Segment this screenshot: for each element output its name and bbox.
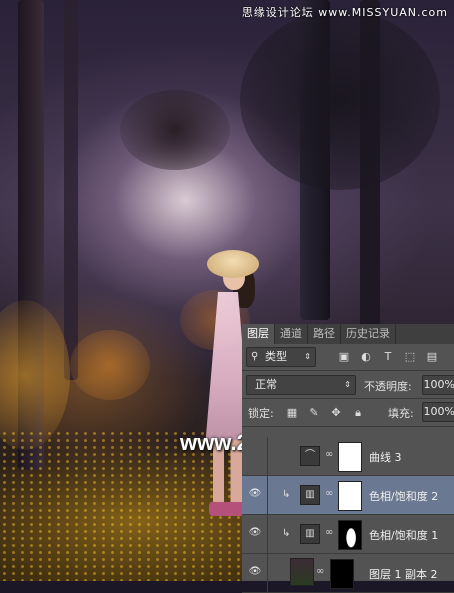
layer-mask-thumbnail[interactable] xyxy=(338,442,362,472)
layer-mask-thumbnail[interactable] xyxy=(330,559,354,589)
tab-history[interactable]: 历史记录 xyxy=(341,324,396,344)
layer-mask-thumbnail[interactable] xyxy=(338,520,362,550)
layer-name[interactable]: 曲线 3 xyxy=(369,449,402,465)
lock-brush-icon[interactable]: ✎ xyxy=(308,407,320,419)
filter-kind-label: 类型 xyxy=(265,350,287,363)
tab-layers[interactable]: 图层 xyxy=(242,324,275,344)
filter-type-icon[interactable]: T xyxy=(382,351,394,363)
opacity-label: 不透明度: xyxy=(364,380,412,393)
hue-saturation-icon: ▥ xyxy=(300,524,320,544)
filter-smart-object-icon[interactable]: ▤ xyxy=(426,351,438,363)
lock-transparent-icon[interactable]: ▦ xyxy=(286,407,298,419)
site-watermark: 思缘设计论坛 www.MISSYUAN.com xyxy=(241,6,448,19)
eye-icon[interactable]: 👁︎ xyxy=(248,527,262,539)
clip-arrow-icon: ↳ xyxy=(282,489,291,500)
layer-row[interactable]: 👁︎ ∞ 图层 1 副本 2 xyxy=(242,554,454,593)
updown-icon: ⇕ xyxy=(304,352,311,361)
link-icon[interactable]: ∞ xyxy=(325,449,333,460)
blend-mode-select[interactable]: 正常 ⇕ xyxy=(246,375,356,395)
filter-pixel-icon[interactable]: ▣ xyxy=(338,351,350,363)
layer-row[interactable]: ⌒ ∞ 曲线 3 xyxy=(242,437,454,476)
image-thumbnail xyxy=(290,558,314,586)
tab-channels[interactable]: 通道 xyxy=(275,324,308,344)
layer-row-selected[interactable]: 👁︎ ↳ ▥ ∞ 色相/饱和度 2 xyxy=(242,476,454,515)
fill-field[interactable]: 100% xyxy=(422,402,454,422)
tab-paths[interactable]: 路径 xyxy=(308,324,341,344)
updown-icon: ⇕ xyxy=(344,380,351,389)
link-icon[interactable]: ∞ xyxy=(325,527,333,538)
blend-mode-value: 正常 xyxy=(255,378,277,391)
fill-label: 填充: xyxy=(388,407,414,420)
search-icon: ⚲ xyxy=(251,351,259,362)
clip-arrow-icon: ↳ xyxy=(282,528,291,539)
panel-tabs: 图层 通道 路径 历史记录 xyxy=(242,324,454,344)
link-icon[interactable]: ∞ xyxy=(316,566,324,577)
filter-shape-icon[interactable]: ⬚ xyxy=(404,351,416,363)
eye-icon[interactable]: 👁︎ xyxy=(248,566,262,578)
link-icon[interactable]: ∞ xyxy=(325,488,333,499)
opacity-field[interactable]: 100% xyxy=(422,375,454,395)
layer-name[interactable]: 图层 1 副本 2 xyxy=(369,566,438,582)
layer-mask-thumbnail[interactable] xyxy=(338,481,362,511)
layers-panel: 图层 通道 路径 历史记录 ⚲ 类型 ⇕ ▣ ◐ T ⬚ ▤ 正常 ⇕ 不透明度… xyxy=(242,324,454,593)
layer-name[interactable]: 色相/饱和度 1 xyxy=(369,527,438,543)
layer-row[interactable]: 👁︎ ↳ ▥ ∞ 色相/饱和度 1 xyxy=(242,515,454,554)
layer-filter-select[interactable]: ⚲ 类型 ⇕ xyxy=(246,347,316,367)
lock-move-icon[interactable]: ✥ xyxy=(330,407,342,419)
curves-icon: ⌒ xyxy=(300,446,320,466)
filter-adjustment-icon[interactable]: ◐ xyxy=(360,351,372,363)
lock-label: 锁定: xyxy=(248,407,274,420)
lock-all-icon[interactable]: 🔒︎ xyxy=(352,407,364,419)
layer-name[interactable]: 色相/饱和度 2 xyxy=(369,488,438,504)
hue-saturation-icon: ▥ xyxy=(300,485,320,505)
eye-icon[interactable]: 👁︎ xyxy=(248,488,262,500)
visibility-toggle-empty[interactable] xyxy=(248,449,262,461)
